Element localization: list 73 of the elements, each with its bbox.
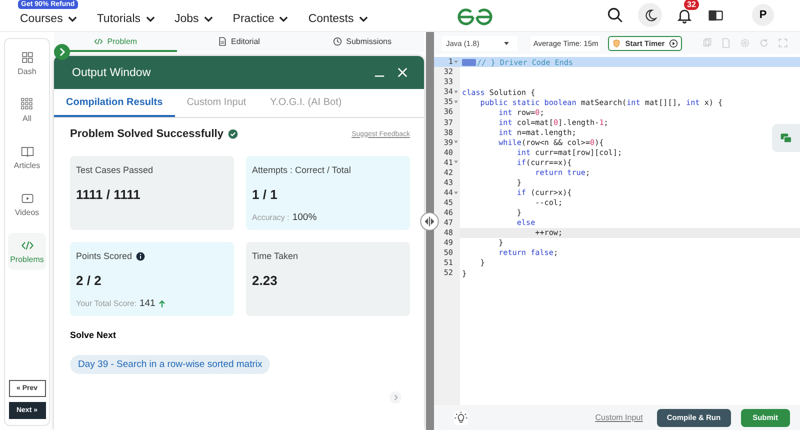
card-value: 1111 / 1111: [76, 187, 142, 202]
output-window-title: Output Window: [72, 66, 151, 78]
chat-icon: [780, 132, 792, 144]
play-icon: [668, 38, 678, 48]
search-icon[interactable]: [607, 6, 624, 24]
problem-chip[interactable]: Day 39 - Search in a row-wise sorted matrix: [70, 355, 270, 374]
fold-arrow-icon[interactable]: [454, 100, 458, 104]
problem-tab[interactable]: Submissions: [300, 32, 424, 52]
fullscreen-icon[interactable]: [778, 38, 788, 48]
code-icon: [94, 36, 104, 46]
sidebar-item[interactable]: Dash: [8, 45, 46, 82]
check-circle-icon: [228, 129, 238, 139]
note-label: Accuracy :: [252, 213, 290, 222]
notification-count: 32: [684, 0, 699, 10]
chevron-down-icon: [358, 16, 368, 22]
settings-icon[interactable]: [740, 38, 750, 48]
dashboard-icon: [20, 51, 34, 64]
chevron-down-icon: [279, 16, 288, 22]
copy-icon[interactable]: [702, 38, 712, 48]
shield-icon: [612, 38, 622, 48]
user-avatar[interactable]: P: [752, 4, 774, 26]
card-title: Time Taken: [252, 251, 298, 261]
info-icon[interactable]: [136, 252, 146, 260]
expand-toggle-icon[interactable]: [54, 44, 70, 60]
chevron-down-icon: [146, 16, 154, 22]
nav-menu-item[interactable]: Courses: [20, 13, 77, 25]
nav-menu-item[interactable]: Jobs: [174, 13, 213, 25]
note-value: 141: [139, 298, 156, 309]
chevron-down-icon: [68, 16, 77, 22]
sidebar-item[interactable]: Videos: [8, 186, 46, 223]
fold-arrow-icon[interactable]: [454, 60, 458, 64]
folded-code-marker[interactable]: [462, 58, 476, 66]
document-icon: [218, 36, 228, 46]
output-tab[interactable]: Compilation Results: [54, 89, 175, 117]
success-message: Problem Solved Successfully: [70, 128, 224, 140]
resize-handle-icon[interactable]: [420, 212, 439, 231]
solve-next-heading: Solve Next: [70, 330, 118, 340]
note-value: 100%: [292, 212, 317, 223]
card-title: Test Cases Passed: [76, 165, 154, 175]
book-icon: [20, 145, 34, 158]
video-icon: [20, 192, 34, 205]
custom-input-link[interactable]: Custom Input: [595, 413, 643, 422]
close-icon[interactable]: [397, 67, 408, 78]
note-label: Your Total Score:: [76, 299, 136, 308]
card-value: 1 / 1: [252, 187, 278, 202]
moon-icon: [642, 8, 658, 22]
chat-button[interactable]: [772, 124, 800, 152]
clock-icon: [333, 36, 342, 46]
nav-menu-item[interactable]: Contests: [308, 13, 368, 25]
fold-arrow-icon[interactable]: [454, 160, 458, 164]
sidebar-item[interactable]: Problems: [8, 233, 46, 270]
file-icon[interactable]: [720, 38, 731, 48]
nav-menu-item[interactable]: Practice: [232, 13, 288, 25]
card-title: Attempts : Correct / Total: [252, 165, 351, 175]
dark-mode-button[interactable]: [638, 3, 662, 27]
fold-arrow-icon[interactable]: [454, 190, 458, 195]
grid-icon: [20, 98, 34, 111]
nav-menu-item[interactable]: Tutorials: [96, 13, 154, 25]
refresh-icon[interactable]: [758, 38, 769, 48]
code-icon: [20, 239, 34, 252]
card-value: 2.23: [252, 273, 278, 288]
lightbulb-icon[interactable]: [454, 410, 468, 424]
sidebar-item[interactable]: Articles: [8, 139, 46, 176]
sidebar-item[interactable]: All: [8, 92, 46, 129]
card-value: 2 / 2: [76, 273, 102, 288]
chevron-down-icon: [204, 16, 213, 22]
chevron-right-icon[interactable]: [389, 391, 402, 404]
dropdown-caret-icon: [504, 42, 510, 44]
problem-tab[interactable]: Editorial: [177, 32, 301, 52]
fold-arrow-icon[interactable]: [454, 90, 458, 94]
logo-icon[interactable]: [454, 7, 495, 27]
fold-arrow-icon[interactable]: [454, 140, 458, 144]
card-title: Points Scored: [76, 251, 132, 261]
